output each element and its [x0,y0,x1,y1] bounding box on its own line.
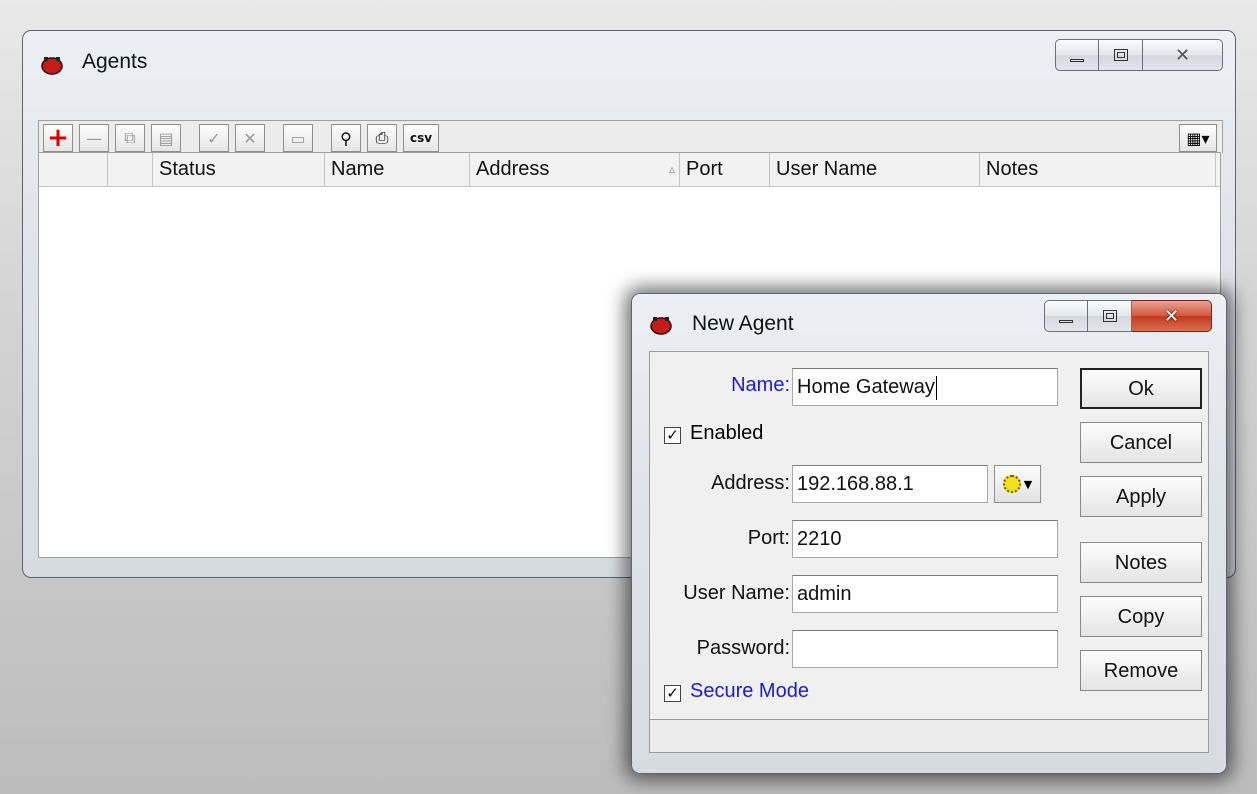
comment-icon: ▭ [290,128,306,148]
columns-menu-button[interactable]: ▦▾ [1179,124,1217,152]
column-header-status[interactable]: Status [153,153,325,186]
app-icon [41,57,63,75]
new-agent-dialog: New Agent ✕ Name: Home Gateway ✓ Enabled… [631,293,1227,774]
notes-button[interactable]: Notes [1080,542,1202,583]
column-header-blank-1[interactable] [39,153,108,186]
add-button[interactable]: + [43,123,73,153]
column-header-user-name[interactable]: User Name [770,153,980,186]
copy-icon: ⧉ [124,128,136,147]
column-header-address[interactable]: Address ▵ [470,153,680,186]
enabled-checkbox[interactable]: ✓ [664,427,681,444]
copy-button[interactable]: ⧉ [115,124,145,152]
address-label: Address: [711,472,790,494]
name-field[interactable]: Home Gateway [792,368,1058,406]
paste-button[interactable]: ▤ [151,124,181,152]
apply-button[interactable]: Apply [1080,476,1202,517]
maximize-button[interactable] [1099,39,1143,71]
table-columns-icon: ▦▾ [1186,128,1210,148]
x-icon: ✕ [243,128,257,148]
dialog-status-bar [649,719,1209,753]
sort-ascending-icon: ▵ [668,162,675,176]
dialog-maximize-button[interactable] [1088,300,1132,332]
find-button[interactable]: ⚲ [331,124,361,152]
dialog-minimize-button[interactable] [1044,300,1088,332]
cancel-button[interactable]: Cancel [1080,422,1202,463]
dialog-title: New Agent [692,312,794,335]
minus-icon: — [86,128,102,148]
app-icon [650,317,672,335]
export-csv-button[interactable]: csv [403,124,439,152]
user-name-field[interactable]: admin [792,575,1058,613]
paste-icon: ▤ [158,128,174,148]
printer-icon: ⎙ [375,128,389,147]
name-value: Home Gateway [797,376,935,398]
address-picker-button[interactable]: ▼ [994,465,1041,503]
gear-icon [1002,475,1021,493]
user-name-label: User Name: [683,582,790,604]
dialog-window-controls: ✕ [1044,300,1212,332]
plus-icon: + [47,123,69,153]
print-button[interactable]: ⎙ [367,124,397,152]
minimize-button[interactable] [1055,39,1099,71]
toolbar: + — ⧉ ▤ ✓ ✕ ▭ ⚲ ⎙ csv ▦▾ [38,120,1223,153]
column-header-notes[interactable]: Notes [980,153,1216,186]
ok-button[interactable]: Ok [1080,368,1202,409]
maximize-icon [1102,310,1117,322]
enable-button[interactable]: ✓ [199,124,229,152]
address-field[interactable]: 192.168.88.1 [792,465,988,503]
binoculars-icon: ⚲ [340,128,352,148]
column-header-name[interactable]: Name [325,153,470,186]
disable-button[interactable]: ✕ [235,124,265,152]
remove-button[interactable]: Remove [1080,650,1202,691]
column-header-address-label: Address [476,158,550,180]
check-icon: ✓ [207,128,221,148]
text-caret [935,375,937,400]
column-header-port[interactable]: Port [680,153,770,186]
column-header-blank-2[interactable] [108,153,153,186]
remove-button[interactable]: — [79,124,109,152]
port-label: Port: [747,527,790,549]
enabled-label: Enabled [690,422,764,444]
port-field[interactable]: 2210 [792,520,1058,558]
maximize-icon [1113,49,1128,61]
chevron-down-icon: ▼ [1023,477,1033,491]
close-button[interactable]: ✕ [1143,39,1223,71]
minimize-icon [1070,58,1084,62]
secure-mode-checkbox[interactable]: ✓ [664,685,681,702]
window-controls: ✕ [1055,39,1223,71]
secure-mode-label: Secure Mode [690,680,809,702]
comment-button[interactable]: ▭ [283,124,313,152]
name-label: Name: [731,374,790,396]
copy-button[interactable]: Copy [1080,596,1202,637]
window-title: Agents [82,50,148,73]
table-header: Status Name Address ▵ Port User Name Not… [39,153,1220,187]
dialog-form: Name: Home Gateway ✓ Enabled Address: 19… [649,351,1209,751]
password-label: Password: [696,637,790,659]
password-field[interactable] [792,630,1058,668]
dialog-close-button[interactable]: ✕ [1132,300,1212,332]
minimize-icon [1059,319,1073,323]
close-icon: ✕ [1163,305,1180,327]
close-icon: ✕ [1174,44,1191,66]
